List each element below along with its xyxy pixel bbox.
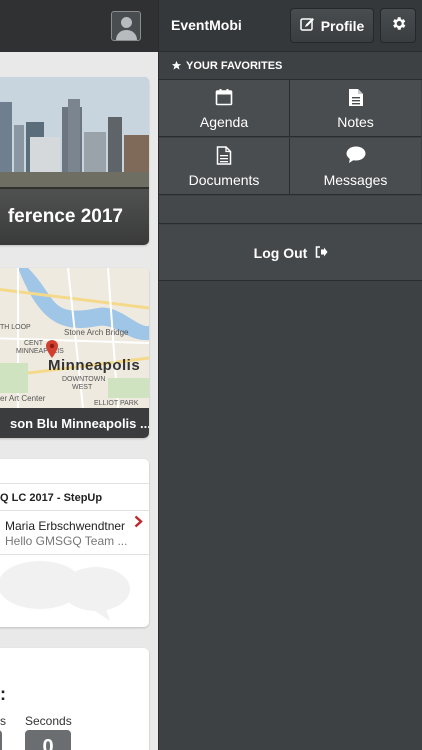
venue-map-card[interactable]: Stone Arch Bridge CENT MINNEAPOLIS TH LO… — [0, 268, 149, 438]
tile-notes[interactable]: Notes — [290, 80, 421, 137]
main-content-panel: ference 2017 Stone Arch Bridge CENT MINN… — [0, 0, 158, 750]
event-title-banner: ference 2017 — [0, 187, 149, 245]
tile-messages[interactable]: Messages — [290, 138, 421, 195]
countdown-separator: : — [0, 684, 6, 704]
favorites-heading: YOUR FAVORITES — [159, 53, 422, 80]
feed-divider — [0, 483, 149, 484]
map-label-elliot-park: ELLIOT PARK — [94, 400, 139, 407]
map-pin-icon — [46, 340, 58, 363]
map-label-downtown: DOWNTOWN — [62, 376, 106, 383]
map-label-stone-arch: Stone Arch Bridge — [64, 328, 129, 337]
settings-button[interactable] — [380, 8, 416, 43]
app-brand: EventMobi — [171, 17, 242, 33]
avatar-head — [121, 17, 132, 28]
tile-notes-label: Notes — [337, 114, 374, 130]
map-city-label: Minneapolis — [48, 357, 141, 374]
favorites-heading-text: YOUR FAVORITES — [186, 60, 283, 72]
favorites-grid: Agenda Notes Documents Messages — [159, 80, 422, 196]
side-drawer: EventMobi Profile YOUR FAVORITES Agenda … — [158, 0, 422, 750]
countdown-minutes-box — [0, 730, 2, 750]
calendar-icon — [159, 88, 289, 106]
feed-divider — [0, 554, 149, 555]
feed-divider — [0, 510, 149, 511]
tile-agenda-label: Agenda — [199, 114, 249, 130]
logout-button[interactable]: Log Out — [159, 225, 422, 281]
countdown-minutes-label: s — [0, 714, 6, 728]
tile-documents[interactable]: Documents — [159, 138, 290, 195]
countdown-seconds-box: 0 — [25, 730, 71, 750]
file-icon — [159, 146, 289, 165]
document-icon — [290, 88, 421, 107]
feed-title: Q LC 2017 - StepUp — [0, 492, 103, 504]
drawer-header: EventMobi Profile — [159, 0, 422, 52]
sign-out-icon — [315, 245, 328, 261]
logout-label: Log Out — [253, 244, 308, 261]
map-label-cent: CENT — [24, 340, 44, 347]
drawer-spacer-row — [159, 196, 422, 224]
countdown-card: : s Seconds 0 — [0, 648, 149, 750]
feed-message-preview: Hello GMSGQ Team ... — [5, 534, 128, 548]
map-label-art-center: er Art Center — [0, 394, 46, 403]
venue-map[interactable]: Stone Arch Bridge CENT MINNEAPOLIS TH LO… — [0, 268, 149, 408]
map-label-west: WEST — [72, 384, 93, 391]
top-bar — [0, 0, 158, 52]
chat-watermark-icon — [0, 559, 130, 621]
activity-feed-card[interactable]: Q LC 2017 - StepUp Maria Erbschwendtner … — [0, 459, 149, 627]
gear-icon — [390, 15, 407, 37]
tile-messages-label: Messages — [323, 172, 388, 188]
star-icon — [171, 60, 182, 74]
edit-icon — [299, 17, 315, 35]
user-avatar-button[interactable] — [111, 11, 141, 41]
venue-name-banner: son Blu Minneapolis ... — [0, 408, 149, 438]
event-title: ference 2017 — [7, 206, 123, 227]
avatar-shoulders — [116, 30, 137, 40]
tile-agenda[interactable]: Agenda — [159, 80, 290, 137]
profile-button-label: Profile — [320, 17, 365, 34]
chevron-right-icon[interactable] — [134, 515, 143, 531]
feed-author: Maria Erbschwendtner — [5, 519, 126, 533]
map-label-loop: TH LOOP — [0, 324, 31, 331]
event-hero-card[interactable]: ference 2017 — [0, 77, 149, 245]
countdown-seconds-label: Seconds — [25, 714, 72, 728]
chat-bubble-icon — [290, 146, 421, 164]
tile-documents-label: Documents — [188, 172, 260, 188]
venue-name: son Blu Minneapolis ... — [10, 416, 149, 431]
profile-button[interactable]: Profile — [290, 8, 374, 43]
